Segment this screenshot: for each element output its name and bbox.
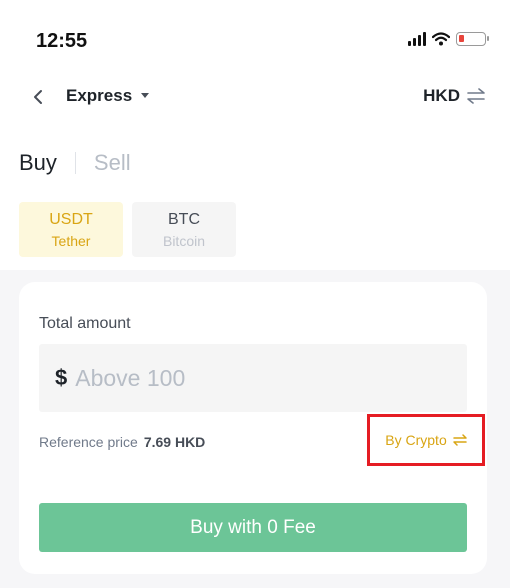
tab-divider — [74, 152, 76, 174]
buy-button-label: Buy with 0 Fee — [190, 516, 316, 538]
wifi-icon — [432, 32, 450, 46]
back-button[interactable] — [28, 86, 48, 108]
coin-symbol: USDT — [49, 210, 93, 228]
buy-button[interactable]: Buy with 0 Fee — [39, 503, 467, 552]
fiat-label: HKD — [423, 86, 460, 105]
total-amount-label: Total amount — [39, 315, 131, 332]
chevron-left-icon — [34, 90, 42, 104]
caret-down-icon — [141, 93, 150, 98]
coin-symbol: BTC — [168, 210, 200, 228]
amount-input[interactable] — [75, 364, 416, 392]
swap-arrows-icon — [467, 88, 485, 104]
header-panel: 12:55 Express HKD Buy Sell USDT Tether B… — [0, 0, 510, 270]
coin-name: Bitcoin — [162, 232, 206, 249]
tab-buy[interactable]: Buy — [19, 150, 57, 176]
reference-price-label: Reference price — [39, 434, 138, 450]
tab-sell[interactable]: Sell — [94, 150, 131, 176]
fiat-selector[interactable]: HKD — [423, 86, 486, 106]
coin-option-btc[interactable]: BTC Bitcoin — [132, 202, 236, 257]
battery-icon — [456, 32, 489, 46]
coin-name: Tether — [51, 232, 91, 249]
status-time: 12:55 — [36, 30, 88, 52]
cellular-signal-icon — [408, 32, 426, 46]
mode-label: Express — [66, 86, 133, 105]
currency-symbol: $ — [55, 365, 68, 390]
reference-price-value: 7.69 HKD — [143, 434, 206, 450]
amount-field[interactable]: $ — [39, 344, 467, 412]
purchase-card: Total amount $ Reference price 7.69 HKD … — [19, 282, 487, 574]
reference-price-row: Reference price 7.69 HKD — [39, 434, 205, 450]
by-crypto-toggle[interactable]: By Crypto — [367, 414, 485, 466]
swap-icon — [452, 434, 467, 446]
status-icons — [408, 32, 489, 46]
mode-dropdown[interactable]: Express — [66, 86, 150, 106]
by-crypto-label: By Crypto — [385, 432, 447, 448]
coin-option-usdt[interactable]: USDT Tether — [19, 202, 123, 257]
buy-sell-tabs: Buy Sell — [19, 150, 131, 176]
